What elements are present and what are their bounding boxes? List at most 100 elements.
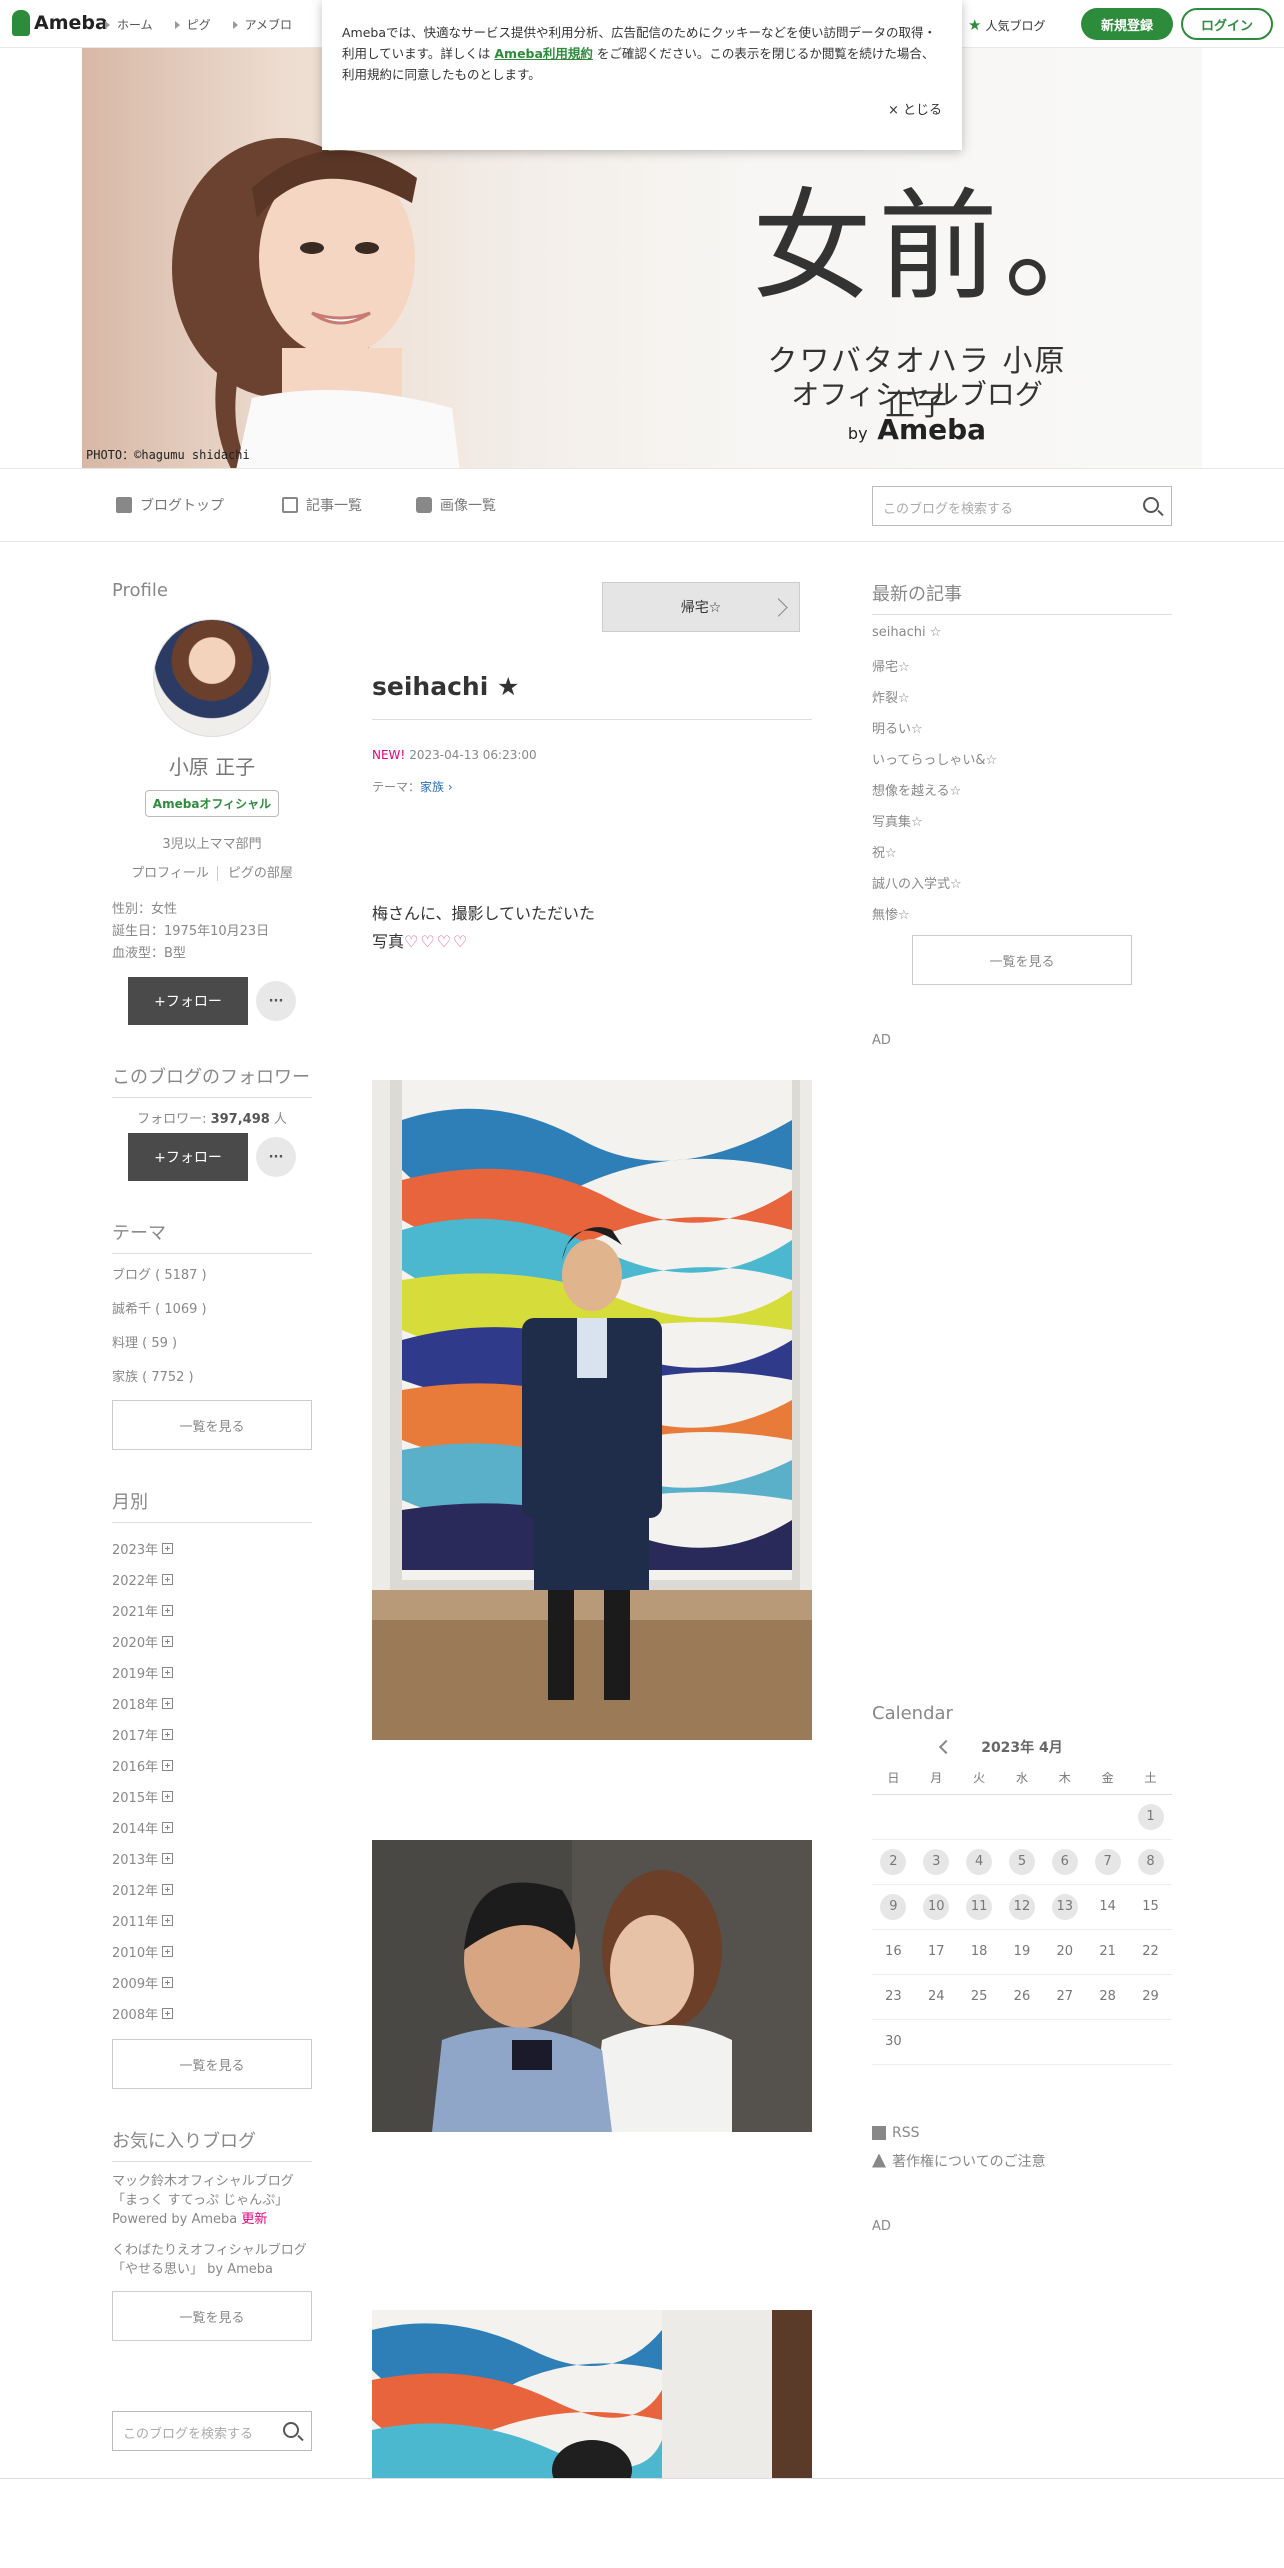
monthly-all-button[interactable]: 一覧を見る: [112, 2039, 312, 2089]
entry-photo[interactable]: [372, 1080, 812, 1740]
follow-button-2[interactable]: +フォロー: [128, 1133, 248, 1181]
calendar-day[interactable]: 1: [1129, 1794, 1172, 1840]
prev-month-icon[interactable]: [939, 1739, 954, 1755]
calendar-day[interactable]: 2: [872, 1839, 915, 1885]
recent-entry[interactable]: 想像を越える☆: [872, 780, 1172, 811]
calendar-day[interactable]: 4: [957, 1839, 1001, 1885]
favorite-blog-item[interactable]: マック鈴木オフィシャルブログ「まっく すてっぷ じゃんぷ」Powered by …: [112, 2172, 312, 2229]
calendar-day[interactable]: 5: [1000, 1839, 1044, 1885]
expand-icon[interactable]: [162, 1636, 174, 1647]
nav-blog-top[interactable]: ブログトップ: [116, 495, 224, 515]
expand-icon[interactable]: [162, 1667, 174, 1678]
calendar-day[interactable]: 13: [1043, 1884, 1087, 1930]
recent-entry[interactable]: 無惨☆: [872, 904, 1172, 935]
profile-category[interactable]: 3児以上ママ部門: [112, 833, 312, 852]
recent-entry[interactable]: 明るい☆: [872, 718, 1172, 749]
cookie-close-button[interactable]: × とじる: [888, 100, 942, 121]
expand-icon[interactable]: [162, 1698, 174, 1709]
popular-blog-link[interactable]: ★ 人気ブログ: [968, 16, 1045, 34]
profile-link[interactable]: プロフィール: [131, 866, 209, 881]
avatar[interactable]: [153, 619, 271, 737]
monthly-year-item[interactable]: 2018年: [112, 1688, 312, 1719]
monthly-year-item[interactable]: 2017年: [112, 1719, 312, 1750]
recent-entry[interactable]: 誠八の入学式☆: [872, 873, 1172, 904]
entry-photo-2[interactable]: [372, 1840, 812, 2132]
expand-icon[interactable]: [162, 1977, 174, 1988]
expand-icon[interactable]: [162, 1884, 174, 1895]
calendar-day[interactable]: 11: [957, 1884, 1001, 1930]
monthly-year-item[interactable]: 2021年: [112, 1595, 312, 1626]
login-button[interactable]: ログイン: [1181, 8, 1273, 40]
blog-search-input[interactable]: このブログを検索する: [872, 486, 1172, 526]
expand-icon[interactable]: [162, 1605, 174, 1616]
calendar-day: 24: [914, 1974, 958, 2020]
theme-item[interactable]: ブログ ( 5187 ): [112, 1264, 312, 1283]
nav-pigg[interactable]: ピグ: [175, 16, 211, 33]
calendar-day[interactable]: 3: [914, 1839, 958, 1885]
monthly-year-item[interactable]: 2016年: [112, 1750, 312, 1781]
monthly-year-item[interactable]: 2022年: [112, 1564, 312, 1595]
nav-home[interactable]: ホーム: [105, 16, 153, 33]
theme-link[interactable]: 家族: [420, 780, 444, 794]
monthly-year-item[interactable]: 2009年: [112, 1967, 312, 1998]
monthly-year-item[interactable]: 2011年: [112, 1905, 312, 1936]
nav-entry-list[interactable]: 記事一覧: [282, 495, 362, 515]
monthly-year-item[interactable]: 2008年: [112, 1998, 312, 2029]
nav-ameblo[interactable]: アメブロ: [233, 16, 292, 33]
recent-entry[interactable]: seihachi ☆: [872, 625, 1172, 656]
monthly-year-item[interactable]: 2015年: [112, 1781, 312, 1812]
ameba-logo[interactable]: Ameba: [12, 10, 108, 36]
theme-item[interactable]: 料理 ( 59 ): [112, 1332, 312, 1351]
calendar-day[interactable]: 9: [872, 1884, 915, 1930]
calendar-day[interactable]: 10: [914, 1884, 958, 1930]
theme-all-button[interactable]: 一覧を見る: [112, 1400, 312, 1450]
nav-image-list[interactable]: 画像一覧: [416, 495, 496, 515]
expand-icon[interactable]: [162, 1822, 174, 1833]
monthly-year-item[interactable]: 2020年: [112, 1626, 312, 1657]
entry-photo-3[interactable]: [372, 2310, 812, 2478]
expand-icon[interactable]: [162, 1760, 174, 1771]
monthly-year-item[interactable]: 2012年: [112, 1874, 312, 1905]
monthly-year-item[interactable]: 2010年: [112, 1936, 312, 1967]
follow-button[interactable]: +フォロー: [128, 977, 248, 1025]
favorite-blog-item[interactable]: くわばたりえオフィシャルブログ「やせる思い」 by Ameba: [112, 2241, 312, 2279]
theme-item[interactable]: 誠希千 ( 1069 ): [112, 1298, 312, 1317]
search-icon[interactable]: [1143, 497, 1159, 513]
calendar-day[interactable]: 12: [1000, 1884, 1044, 1930]
recent-entry[interactable]: 炸裂☆: [872, 687, 1172, 718]
expand-icon[interactable]: [162, 1853, 174, 1864]
rss-link[interactable]: RSS: [872, 2125, 1172, 2141]
recent-entry[interactable]: 帰宅☆: [872, 656, 1172, 687]
expand-icon[interactable]: [162, 2008, 174, 2019]
calendar-day[interactable]: 8: [1129, 1839, 1172, 1885]
expand-icon[interactable]: [162, 1543, 174, 1554]
profile-name[interactable]: 小原 正子: [112, 751, 312, 780]
expand-icon[interactable]: [162, 1946, 174, 1957]
monthly-year-item[interactable]: 2019年: [112, 1657, 312, 1688]
sidebar-search-input[interactable]: このブログを検索する: [112, 2411, 312, 2451]
more-button[interactable]: ···: [256, 981, 296, 1021]
expand-icon[interactable]: [162, 1791, 174, 1802]
monthly-year-item[interactable]: 2014年: [112, 1812, 312, 1843]
search-icon[interactable]: [283, 2422, 299, 2438]
recent-entry[interactable]: いってらっしゃい&☆: [872, 749, 1172, 780]
pigg-room-link[interactable]: ピグの部屋: [216, 866, 293, 881]
next-entry-button[interactable]: 帰宅☆: [602, 582, 800, 632]
calendar-day[interactable]: 7: [1086, 1839, 1130, 1885]
more-button-2[interactable]: ···: [256, 1137, 296, 1177]
calendar-day[interactable]: 6: [1043, 1839, 1087, 1885]
recent-entry[interactable]: 写真集☆: [872, 811, 1172, 842]
recent-entry[interactable]: 祝☆: [872, 842, 1172, 873]
expand-icon[interactable]: [162, 1574, 174, 1585]
monthly-year-item[interactable]: 2013年: [112, 1843, 312, 1874]
entry-title[interactable]: seihachi ★: [372, 672, 812, 720]
monthly-year-item[interactable]: 2023年: [112, 1533, 312, 1564]
copyright-link[interactable]: 著作権についてのご注意: [872, 2151, 1172, 2171]
favorites-all-button[interactable]: 一覧を見る: [112, 2291, 312, 2341]
theme-item[interactable]: 家族 ( 7752 ): [112, 1366, 312, 1385]
expand-icon[interactable]: [162, 1915, 174, 1926]
recent-all-button[interactable]: 一覧を見る: [912, 935, 1132, 985]
register-button[interactable]: 新規登録: [1081, 8, 1173, 40]
expand-icon[interactable]: [162, 1729, 174, 1740]
terms-link[interactable]: Ameba利用規約: [494, 46, 593, 61]
